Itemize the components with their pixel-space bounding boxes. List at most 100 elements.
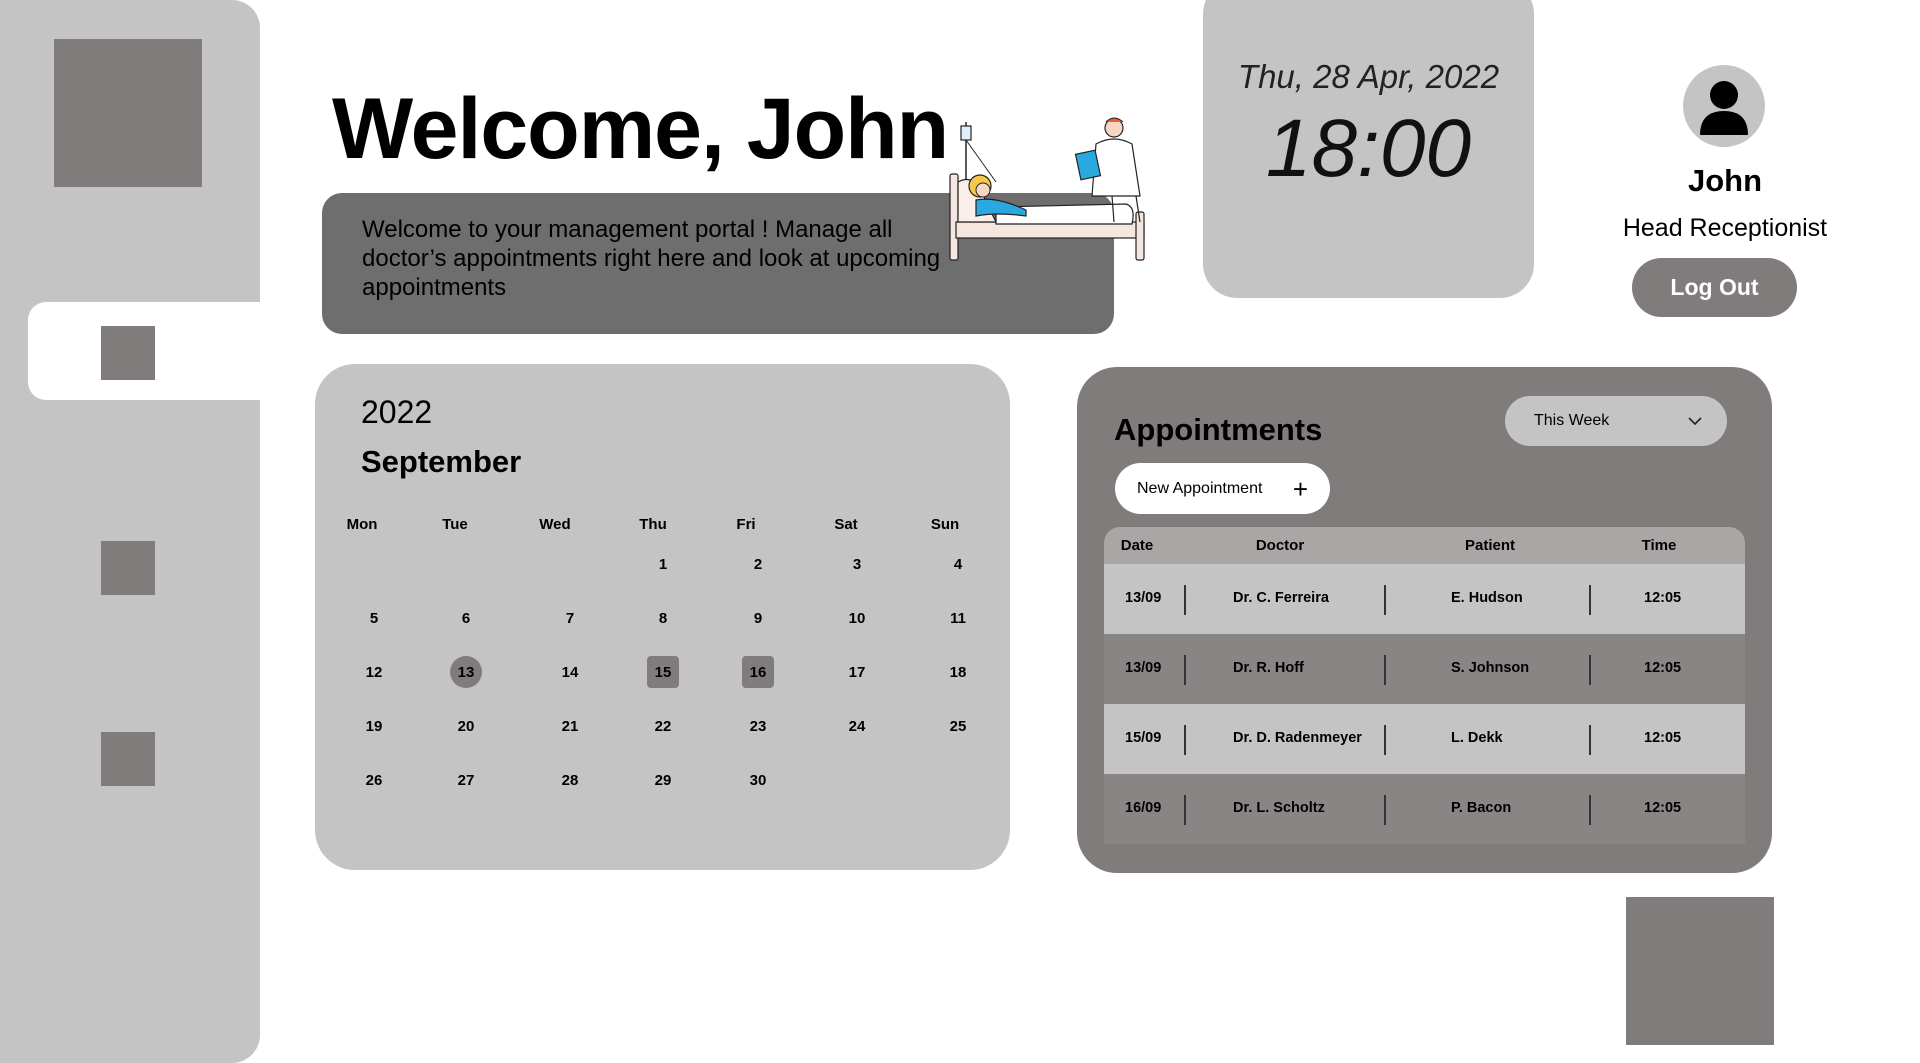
sidebar-item-2-icon[interactable] [101, 541, 155, 595]
table-row[interactable]: 16/09 Dr. L. Scholtz P. Bacon 12:05 [1104, 774, 1745, 844]
calendar-date[interactable]: 6 [450, 602, 482, 634]
logout-button[interactable]: Log Out [1632, 258, 1797, 317]
cell-patient: L. Dekk [1451, 730, 1503, 746]
cell-patient: E. Hudson [1451, 590, 1523, 606]
sidebar-item-active[interactable] [28, 302, 260, 400]
calendar-date[interactable]: 16 [742, 656, 774, 688]
column-doctor: Doctor [1255, 537, 1305, 554]
calendar-day-name: Sun [930, 516, 960, 533]
column-separator [1384, 655, 1386, 685]
calendar-date[interactable]: 15 [647, 656, 679, 688]
cell-date: 13/09 [1125, 590, 1162, 606]
dashboard-icon [101, 326, 155, 380]
cell-date: 15/09 [1125, 730, 1162, 746]
column-separator [1589, 795, 1591, 825]
table-header: Date Doctor Patient Time [1104, 527, 1745, 564]
calendar-card: 2022 September Mon Tue Wed Thu Fri Sat Sun 1 2 3 4… [315, 364, 1010, 870]
avatar[interactable] [1683, 65, 1765, 147]
calendar-date[interactable]: 24 [841, 710, 873, 742]
profile-role: Head Receptionist [1622, 214, 1828, 242]
chevron-down-icon [1688, 417, 1702, 426]
week-filter-select[interactable]: This Week [1505, 396, 1727, 446]
calendar-date[interactable]: 12 [358, 656, 390, 688]
column-date: Date [1120, 537, 1154, 554]
cell-doctor: Dr. R. Hoff [1233, 660, 1304, 676]
calendar-day-name: Fri [736, 516, 756, 533]
calendar-date[interactable]: 29 [647, 764, 679, 796]
calendar-date[interactable]: 5 [358, 602, 390, 634]
calendar-date[interactable]: 14 [554, 656, 586, 688]
column-separator [1384, 725, 1386, 755]
calendar-date[interactable]: 27 [450, 764, 482, 796]
calendar-day-name: Mon [346, 516, 378, 533]
calendar-date[interactable]: 11 [942, 602, 974, 634]
calendar-date[interactable]: 10 [841, 602, 873, 634]
calendar-date[interactable]: 18 [942, 656, 974, 688]
column-separator [1184, 795, 1186, 825]
calendar-date[interactable]: 7 [554, 602, 586, 634]
current-date: Thu, 28 Apr, 2022 [1237, 58, 1500, 95]
cell-doctor: Dr. L. Scholtz [1233, 800, 1325, 816]
calendar-date[interactable]: 21 [554, 710, 586, 742]
column-separator [1384, 585, 1386, 615]
calendar-year: 2022 [361, 394, 433, 430]
week-filter-value: This Week [1534, 412, 1610, 429]
cell-patient: S. Johnson [1451, 660, 1530, 676]
calendar-date[interactable]: 17 [841, 656, 873, 688]
cell-time: 12:05 [1644, 730, 1682, 746]
calendar-day-name: Sat [834, 516, 858, 533]
calendar-date[interactable]: 1 [647, 548, 679, 580]
column-separator [1589, 585, 1591, 615]
column-time: Time [1641, 537, 1677, 554]
sidebar-item-3-icon[interactable] [101, 732, 155, 786]
table-body: 13/09 Dr. C. Ferreira E. Hudson 12:05 13/09 D… [1104, 564, 1745, 844]
calendar-date[interactable]: 26 [358, 764, 390, 796]
calendar-date[interactable]: 22 [647, 710, 679, 742]
calendar-month: September [361, 444, 522, 479]
calendar-date[interactable]: 28 [554, 764, 586, 796]
calendar-date[interactable]: 25 [942, 710, 974, 742]
calendar-date[interactable]: 20 [450, 710, 482, 742]
calendar-day-name: Tue [442, 516, 468, 533]
calendar-date[interactable]: 13 [450, 656, 482, 688]
cell-date: 16/09 [1125, 800, 1162, 816]
calendar-day-name: Thu [639, 516, 667, 533]
welcome-message: Welcome to your management portal ! Mana… [362, 216, 941, 301]
plus-icon: + [1292, 473, 1308, 504]
table-row[interactable]: 13/09 Dr. R. Hoff S. Johnson 12:05 [1104, 634, 1745, 704]
column-separator [1589, 655, 1591, 685]
cell-time: 12:05 [1644, 590, 1682, 606]
logo-placeholder [54, 39, 202, 187]
calendar-date[interactable]: 23 [742, 710, 774, 742]
column-separator [1184, 655, 1186, 685]
calendar-date[interactable]: 8 [647, 602, 679, 634]
corner-placeholder [1626, 897, 1774, 1045]
cell-doctor: Dr. D. Radenmeyer [1233, 730, 1362, 746]
hospital-illustration [949, 117, 1145, 261]
column-separator [1184, 725, 1186, 755]
cell-time: 12:05 [1644, 660, 1682, 676]
appointments-title: Appointments [1114, 412, 1323, 447]
cell-date: 13/09 [1125, 660, 1162, 676]
current-time: 18:00 [1265, 103, 1472, 194]
calendar-date[interactable]: 9 [742, 602, 774, 634]
column-patient: Patient [1464, 537, 1516, 554]
column-separator [1184, 585, 1186, 615]
appointments-table: Date Doctor Patient Time 13/09 Dr. C. Fer… [1104, 527, 1745, 844]
new-appointment-button[interactable]: New Appointment + [1115, 463, 1330, 514]
table-row[interactable]: 15/09 Dr. D. Radenmeyer L. Dekk 12:05 [1104, 704, 1745, 774]
table-row[interactable]: 13/09 Dr. C. Ferreira E. Hudson 12:05 [1104, 564, 1745, 634]
calendar-date[interactable]: 30 [742, 764, 774, 796]
datetime-card: Thu, 28 Apr, 2022 18:00 [1203, 0, 1534, 298]
cell-doctor: Dr. C. Ferreira [1233, 590, 1329, 606]
page-title: Welcome, John [332, 81, 949, 177]
calendar-date[interactable]: 3 [841, 548, 873, 580]
appointments-card: Appointments This Week New Appointment +… [1077, 367, 1772, 873]
calendar-date[interactable]: 19 [358, 710, 390, 742]
calendar-date[interactable]: 4 [942, 548, 974, 580]
column-separator [1589, 725, 1591, 755]
calendar-date[interactable]: 2 [742, 548, 774, 580]
cell-patient: P. Bacon [1451, 800, 1512, 816]
profile-name: John [1687, 163, 1763, 198]
calendar-day-name: Wed [539, 516, 571, 533]
